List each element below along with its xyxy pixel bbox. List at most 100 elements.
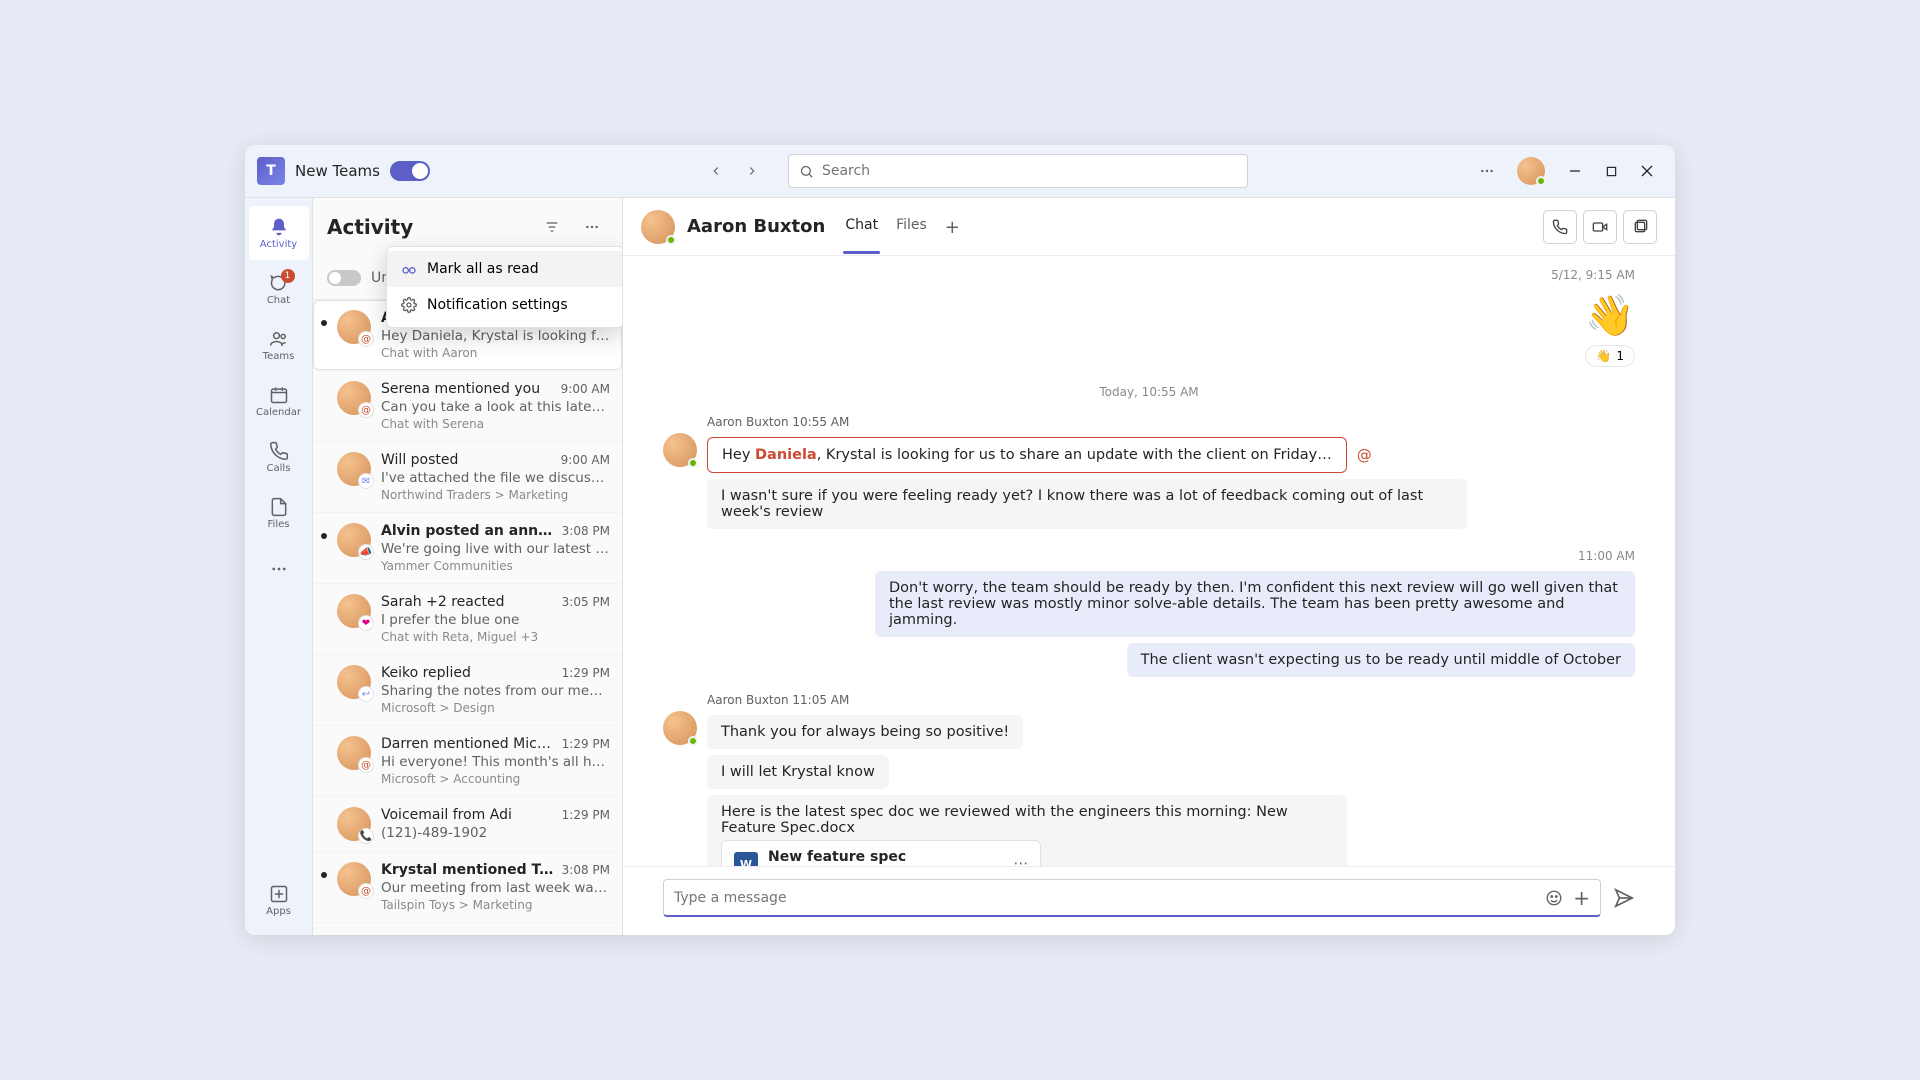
activity-item[interactable]: @ Krystal mentioned Tailspin Toys 3:08 P… [313, 852, 622, 923]
message-bubble-mention[interactable]: Hey Daniela, Krystal is looking for us t… [707, 437, 1347, 473]
nav-arrows [700, 155, 768, 187]
reaction-chip[interactable]: 👋1 [1585, 345, 1635, 367]
message-bubble[interactable]: I wasn't sure if you were feeling ready … [707, 479, 1467, 529]
chat-icon: 1 [269, 273, 289, 293]
message-bubble-out[interactable]: Don't worry, the team should be ready by… [875, 571, 1635, 637]
activity-header-text: Darren mentioned Microsoft [381, 736, 556, 752]
message-input[interactable] [674, 890, 1545, 906]
activity-preview: Our meeting from last week was ext… [381, 880, 610, 896]
attach-button[interactable]: + [1573, 886, 1590, 910]
activity-preview: (121)-489-1902 [381, 825, 610, 841]
rail-calls[interactable]: Calls [249, 430, 309, 484]
rail-activity[interactable]: Activity [249, 206, 309, 260]
message-text-part: , Krystal is looking for us to share an … [817, 447, 1332, 463]
message-text: Here is the latest spec doc we reviewed … [721, 804, 1288, 836]
activity-time: 9:00 AM [561, 453, 610, 467]
file-attachment[interactable]: W New feature spec Personal > MarieBeaud… [721, 840, 1041, 866]
activity-header-text: Serena mentioned you [381, 381, 555, 397]
back-button[interactable] [700, 155, 732, 187]
activity-context: Northwind Traders > Marketing [381, 488, 610, 502]
message-meta: Aaron Buxton 10:55 AM [707, 415, 1635, 429]
search-bar[interactable] [788, 154, 1248, 188]
activity-time: 3:08 PM [562, 863, 610, 877]
message-bubble[interactable]: Here is the latest spec doc we reviewed … [707, 795, 1347, 866]
video-call-button[interactable] [1583, 210, 1617, 244]
rail-files[interactable]: Files [249, 486, 309, 540]
message-group-out: 11:00 AM Don't worry, the team should be… [663, 549, 1635, 677]
tab-chat[interactable]: Chat [843, 199, 880, 254]
file-more-button[interactable]: ⋯ [1014, 856, 1029, 866]
activity-list[interactable]: @ Aaron mentioned you 9:0 Hey Daniela, K… [313, 300, 622, 935]
activity-preview: We're going live with our latest pro… [381, 541, 610, 557]
message-bubble-out[interactable]: The client wasn't expecting us to be rea… [1127, 643, 1635, 677]
rail-label: Chat [267, 295, 290, 306]
activity-panel: Activity Mark all as read Notification s… [313, 198, 623, 935]
activity-header-text: Sarah +2 reacted [381, 594, 556, 610]
message-bubble[interactable]: I will let Krystal know [707, 755, 889, 789]
chat-tabs: Chat Files + [843, 199, 962, 254]
activity-badge-icon: @ [358, 883, 374, 899]
activity-preview: Sharing the notes from our meeting… [381, 683, 610, 699]
filter-button[interactable] [536, 211, 568, 243]
rail-calendar[interactable]: Calendar [249, 374, 309, 428]
menu-label: Mark all as read [427, 261, 539, 277]
emoji-button[interactable] [1545, 889, 1563, 907]
popout-button[interactable] [1623, 210, 1657, 244]
activity-context: Chat with Aaron [381, 346, 610, 360]
message-bubble[interactable]: Thank you for always being so positive! [707, 715, 1023, 749]
rail-more[interactable] [249, 542, 309, 596]
close-button[interactable] [1631, 155, 1663, 187]
gear-icon [401, 297, 417, 313]
activity-options-menu: Mark all as read Notification settings [386, 246, 623, 328]
unread-only-toggle[interactable] [327, 270, 361, 286]
activity-badge-icon: 📣 [358, 544, 374, 560]
more-button[interactable] [1471, 155, 1503, 187]
rail-teams[interactable]: Teams [249, 318, 309, 372]
activity-item[interactable]: 📣 Alvin posted an announcement 3:08 PM W… [313, 513, 622, 584]
bell-icon [269, 217, 289, 237]
new-teams-toggle[interactable] [390, 161, 430, 181]
activity-avatar: ✉ [337, 452, 371, 486]
rail-chat[interactable]: 1 Chat [249, 262, 309, 316]
activity-more-button[interactable] [576, 211, 608, 243]
sender-avatar[interactable] [663, 433, 697, 467]
chat-header: Aaron Buxton Chat Files + [623, 198, 1675, 256]
maximize-button[interactable] [1595, 155, 1627, 187]
audio-call-button[interactable] [1543, 210, 1577, 244]
unread-dot-icon [321, 872, 327, 878]
tab-files[interactable]: Files [894, 199, 929, 254]
activity-badge-icon: 📞 [358, 828, 374, 844]
chat-area: Aaron Buxton Chat Files + 5/12, 9:15 AM … [623, 198, 1675, 935]
message-group-in: Aaron Buxton 10:55 AM Hey Daniela, Kryst… [663, 415, 1635, 529]
unread-dot-icon [321, 533, 327, 539]
activity-time: 3:08 PM [562, 524, 610, 538]
search-input[interactable] [822, 163, 1237, 179]
activity-context: Microsoft > Accounting [381, 772, 610, 786]
activity-avatar: @ [337, 310, 371, 344]
activity-item[interactable]: 📞 Voicemail from Adi 1:29 PM (121)-489-1… [313, 797, 622, 852]
chat-body[interactable]: 5/12, 9:15 AM 👋 👋1 Today, 10:55 AM Aaron… [623, 256, 1675, 866]
at-mention-icon: @ [1357, 446, 1372, 464]
send-button[interactable] [1613, 887, 1635, 909]
forward-button[interactable] [736, 155, 768, 187]
activity-preview: Hey Daniela, Krystal is looking for u… [381, 328, 610, 344]
activity-item[interactable]: ❤ Sarah +2 reacted 3:05 PM I prefer the … [313, 584, 622, 655]
activity-preview: I've attached the file we discussed t… [381, 470, 610, 486]
sender-avatar[interactable] [663, 711, 697, 745]
activity-badge-icon: ❤ [358, 615, 374, 631]
tab-add[interactable]: + [943, 199, 962, 254]
user-avatar[interactable] [1517, 157, 1545, 185]
compose-box[interactable]: + [663, 879, 1601, 917]
menu-mark-all-read[interactable]: Mark all as read [387, 251, 623, 287]
minimize-button[interactable] [1559, 155, 1591, 187]
menu-notification-settings[interactable]: Notification settings [387, 287, 623, 323]
activity-item[interactable]: ↩ Keiko replied 1:29 PM Sharing the note… [313, 655, 622, 726]
rail-apps[interactable]: Apps [249, 873, 309, 927]
message-meta: Aaron Buxton 11:05 AM [707, 693, 1635, 707]
activity-item[interactable]: @ Serena mentioned you 9:00 AM Can you t… [313, 371, 622, 442]
activity-avatar: 📞 [337, 807, 371, 841]
chat-avatar[interactable] [641, 210, 675, 244]
people-icon [269, 329, 289, 349]
activity-item[interactable]: ✉ Will posted 9:00 AM I've attached the … [313, 442, 622, 513]
activity-item[interactable]: @ Darren mentioned Microsoft 1:29 PM Hi … [313, 726, 622, 797]
